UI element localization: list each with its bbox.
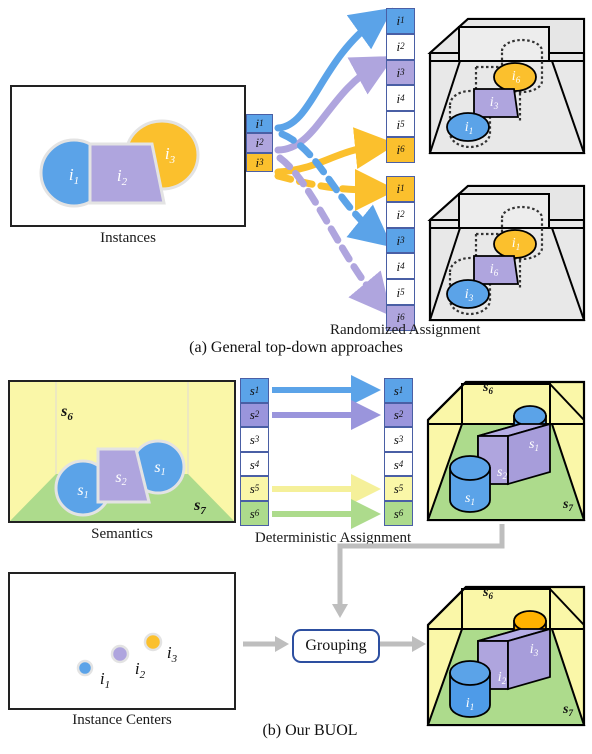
cell-sub: 3: [254, 433, 260, 444]
instance-centers-panel: i1 i2 i3: [8, 572, 236, 710]
list-item[interactable]: s3: [384, 427, 413, 452]
trapezoid-i2: [88, 142, 166, 205]
grouping-button-label: Grouping: [305, 637, 367, 654]
centers-label-i3: i3: [167, 643, 178, 665]
point-i1: [76, 659, 94, 677]
cylinder-s1-left-top: [449, 455, 491, 481]
cell-sub: 5: [400, 286, 405, 297]
list-item[interactable]: s5: [240, 476, 269, 501]
instance-centers-panel-title: Instance Centers: [72, 712, 172, 728]
list-item[interactable]: s1: [240, 378, 269, 403]
list-item[interactable]: i3: [386, 227, 415, 254]
point-i3: [143, 632, 163, 652]
list-item[interactable]: i2: [246, 133, 273, 153]
list-item[interactable]: s3: [240, 427, 269, 452]
cell-sub: 1: [398, 384, 404, 395]
cell-sub: 2: [398, 409, 404, 420]
arrow-head: [275, 636, 289, 652]
3d-room-semantic: s6 s7 s1 s2 s1: [426, 380, 586, 522]
cylinder-s1-right-top: [513, 405, 547, 427]
list-item[interactable]: s5: [384, 476, 413, 501]
deterministic-arrows: [272, 375, 381, 529]
3d-room-top: i6 i3 i1: [427, 17, 586, 155]
cell-sub: 6: [400, 144, 405, 155]
cell-sub: 6: [254, 507, 260, 518]
list-item[interactable]: s4: [384, 451, 413, 477]
3d-room-result: s6 s7 i3 i2 i1: [426, 585, 586, 727]
list-item[interactable]: i4: [386, 253, 415, 280]
list-item[interactable]: s2: [384, 402, 413, 428]
part-a-caption: (a) General top-down approaches: [189, 339, 403, 356]
cell-sub: 5: [398, 483, 404, 494]
arrow-from-grouping: [380, 636, 426, 652]
cell-sub: 4: [400, 92, 405, 103]
cell-sub: 3: [398, 433, 404, 444]
semantics-panel-title: Semantics: [91, 526, 153, 542]
list-item[interactable]: s4: [240, 451, 269, 477]
target-instance-list-top: i1 i2 i3 i4 i5 i6: [386, 8, 415, 163]
semantic-target-list: s1 s2 s3 s4 s5 s6: [384, 378, 413, 526]
source-instance-list: i1 i2 i3: [246, 114, 273, 172]
cell-sub: 5: [400, 118, 405, 129]
cell-sub: 1: [400, 183, 405, 194]
list-item[interactable]: s2: [240, 402, 269, 428]
grouping-button[interactable]: Grouping: [292, 629, 380, 663]
3d-room-bottom: i1 i6 i3: [427, 184, 586, 322]
cell-sub: 1: [400, 15, 405, 26]
list-item[interactable]: i3: [386, 59, 415, 86]
centers-canvas: i1 i2 i3: [76, 632, 178, 691]
cell-sub: 3: [400, 234, 405, 245]
list-item[interactable]: i5: [386, 111, 415, 137]
cell-sub: 4: [400, 260, 405, 271]
target-instance-list-bottom: i1 i2 i3 i4 i5 i6: [386, 176, 415, 331]
list-item[interactable]: i1: [386, 8, 415, 34]
semantics-panel: s6 s7 s1 s1 s2: [8, 380, 236, 523]
list-item[interactable]: i1: [386, 176, 415, 202]
list-item[interactable]: i1: [246, 114, 273, 134]
point-i2: [110, 644, 130, 664]
list-item[interactable]: s1: [384, 378, 413, 403]
cell-sub: 4: [254, 458, 260, 469]
cell-sub: 3: [259, 156, 264, 167]
list-item[interactable]: i6: [386, 136, 415, 163]
back-wall-upper: [458, 26, 550, 62]
list-item[interactable]: i2: [386, 201, 415, 228]
list-item[interactable]: s6: [240, 500, 269, 526]
list-item[interactable]: i5: [386, 279, 415, 305]
cylinder-i3-top: [513, 610, 547, 632]
cell-sub: 2: [259, 137, 264, 148]
cell-sub: 1: [254, 384, 260, 395]
back-wall-upper: [458, 193, 550, 229]
centers-label-i2: i2: [135, 659, 146, 681]
cylinder-i1-top: [449, 660, 491, 686]
connector-arrowhead: [332, 604, 348, 618]
instances-panel: i1 i2 i3: [10, 85, 246, 227]
instances-canvas: i1 i2 i3: [39, 119, 200, 208]
semantic-source-list: s1 s2 s3 s4 s5 s6: [240, 378, 269, 526]
cell-sub: 4: [398, 458, 404, 469]
instances-panel-title: Instances: [100, 230, 156, 246]
list-item[interactable]: i2: [386, 33, 415, 60]
cell-sub: 2: [400, 209, 405, 220]
cell-sub: 2: [400, 41, 405, 52]
cell-sub: 6: [398, 507, 404, 518]
cell-sub: 2: [254, 409, 260, 420]
figure-root: i1 i2 i3 Instances i1 i2 i3 i1 i2 i 3 i …: [0, 0, 592, 754]
arrow-to-grouping: [243, 636, 289, 652]
cell-sub: 5: [254, 483, 260, 494]
cell-sub: 1: [259, 118, 264, 129]
part-b-caption: (b) Our BUOL: [262, 722, 358, 739]
centers-label-i1: i1: [100, 669, 110, 691]
randomized-assignment-label: Randomized Assignment: [330, 322, 481, 338]
cell-sub: 3: [400, 66, 405, 77]
list-item[interactable]: i4: [386, 85, 415, 112]
list-item[interactable]: i3: [246, 152, 273, 172]
semantics-canvas: s6 s7 s1 s1 s2: [10, 382, 234, 521]
